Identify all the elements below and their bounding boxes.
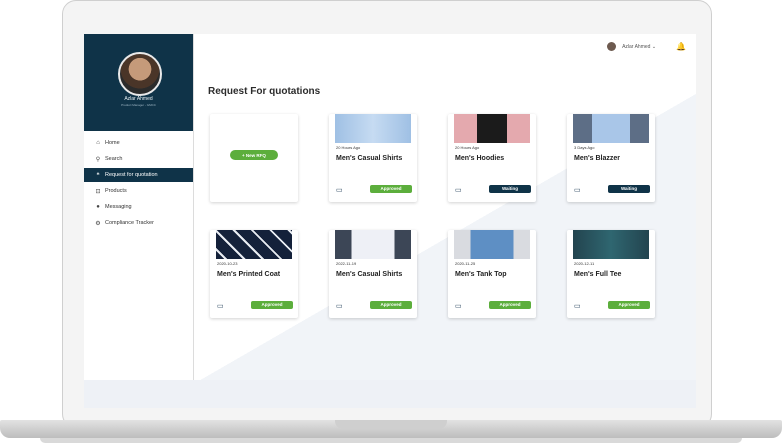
chat-icon[interactable]: ▭: [574, 302, 581, 310]
rfq-card[interactable]: 2020-10-23 Men's Printed Coat ▭ Approved: [210, 230, 298, 318]
sidebar-item-search[interactable]: ⚲ Search: [84, 152, 193, 166]
card-title: Men's Blazzer: [574, 155, 621, 162]
main-content: Azlar Ahmed ⌄ 🔔 Request For quotations +…: [194, 34, 696, 380]
sidebar-item-label: Products: [105, 188, 127, 194]
status-badge: Approved: [489, 301, 531, 309]
chat-icon[interactable]: ▭: [455, 302, 462, 310]
sidebar-item-request-for-quotation[interactable]: ❝ Request for quotation: [84, 168, 193, 182]
card-title: Men's Hoodies: [455, 155, 505, 162]
profile-name: Azlar Ahmed: [124, 96, 153, 102]
chat-icon[interactable]: ▭: [336, 302, 343, 310]
sidebar-item-label: Search: [105, 156, 123, 162]
app-screen: Azlar Ahmed Product Manager - GMCC ⌂ Hom…: [84, 34, 696, 380]
chat-icon[interactable]: ▭: [217, 302, 224, 310]
sidebar-item-messaging[interactable]: ● Messaging: [84, 200, 193, 214]
new-rfq-button[interactable]: + New RFQ: [230, 150, 278, 160]
bell-icon[interactable]: 🔔: [676, 42, 686, 51]
rfq-card[interactable]: 20 Hours Ago Men's Hoodies ▭ Waiting: [448, 114, 536, 202]
sidebar-item-label: Messaging: [105, 204, 132, 210]
status-badge: Approved: [370, 185, 412, 193]
sidebar-item-label: Request for quotation: [105, 172, 158, 178]
card-date: 2020-12-11: [574, 261, 595, 266]
card-title: Men's Tank Top: [455, 271, 507, 278]
sidebar-item-compliance-tracker[interactable]: ⚙ Compliance Tracker: [84, 216, 193, 230]
card-title: Men's Full Tee: [574, 271, 622, 278]
gear-icon: ⚙: [95, 220, 101, 227]
product-image: [454, 114, 530, 143]
profile-panel: Azlar Ahmed Product Manager - GMCC: [84, 34, 193, 131]
chevron-down-icon: ⌄: [651, 43, 657, 50]
card-date: 2022-11-19: [336, 261, 357, 266]
card-date: 2020-10-23: [217, 261, 238, 266]
product-image: [335, 230, 411, 259]
rfq-card[interactable]: 3 Days Ago Men's Blazzer ▭ Waiting: [567, 114, 655, 202]
card-date: 3 Days Ago: [574, 145, 595, 150]
sidebar-item-home[interactable]: ⌂ Home: [84, 136, 193, 150]
sidebar-item-products[interactable]: ⊡ Products: [84, 184, 193, 198]
rfq-card[interactable]: 2020-12-11 Men's Full Tee ▭ Approved: [567, 230, 655, 318]
chat-icon[interactable]: ▭: [336, 186, 343, 194]
home-icon: ⌂: [96, 140, 100, 146]
card-title: Men's Printed Coat: [217, 271, 281, 278]
rfq-card[interactable]: 2020-11-25 Men's Tank Top ▭ Approved: [448, 230, 536, 318]
top-bar: Azlar Ahmed ⌄ 🔔: [607, 42, 686, 51]
status-badge: Approved: [251, 301, 293, 309]
chat-icon[interactable]: ▭: [574, 186, 581, 194]
product-image: [573, 114, 649, 143]
product-image: [335, 114, 411, 143]
card-title: Men's Casual Shirts: [336, 155, 403, 162]
rfq-card[interactable]: 20 Hours Ago Men's Casual Shirts ▭ Appro…: [329, 114, 417, 202]
card-date: 20 Hours Ago: [455, 145, 480, 150]
user-avatar[interactable]: [607, 42, 617, 51]
status-badge: Approved: [370, 301, 412, 309]
page-title: Request For quotations: [208, 86, 321, 97]
status-badge: Waiting: [489, 185, 531, 193]
product-image: [454, 230, 530, 259]
new-rfq-card: + New RFQ: [210, 114, 298, 202]
card-date: 2020-11-25: [455, 261, 476, 266]
product-image: [573, 230, 649, 259]
status-badge: Approved: [608, 301, 650, 309]
sidebar-item-label: Compliance Tracker: [105, 220, 154, 226]
user-menu[interactable]: Azlar Ahmed ⌄: [622, 44, 656, 50]
sidebar: Azlar Ahmed Product Manager - GMCC ⌂ Hom…: [84, 34, 194, 380]
chat-icon[interactable]: ▭: [455, 186, 462, 194]
sidebar-nav: ⌂ Home ⚲ Search ❝ Request for quotation …: [84, 136, 193, 232]
user-name: Azlar Ahmed: [622, 43, 651, 50]
search-icon: ⚲: [95, 156, 101, 163]
profile-role: Product Manager - GMCC: [121, 103, 156, 107]
status-badge: Waiting: [608, 185, 650, 193]
product-image: [216, 230, 292, 259]
laptop-notch: [335, 420, 447, 429]
rfq-card[interactable]: 2022-11-19 Men's Casual Shirts ▭ Approve…: [329, 230, 417, 318]
card-title: Men's Casual Shirts: [336, 271, 403, 278]
laptop-base-shadow: [40, 438, 742, 443]
quote-icon: ❝: [96, 172, 100, 179]
screen-bottom-area: [84, 380, 696, 408]
card-date: 20 Hours Ago: [336, 145, 361, 150]
cart-icon: ⊡: [95, 188, 101, 195]
message-icon: ●: [96, 204, 100, 210]
sidebar-item-label: Home: [105, 140, 120, 146]
avatar[interactable]: [118, 52, 162, 96]
